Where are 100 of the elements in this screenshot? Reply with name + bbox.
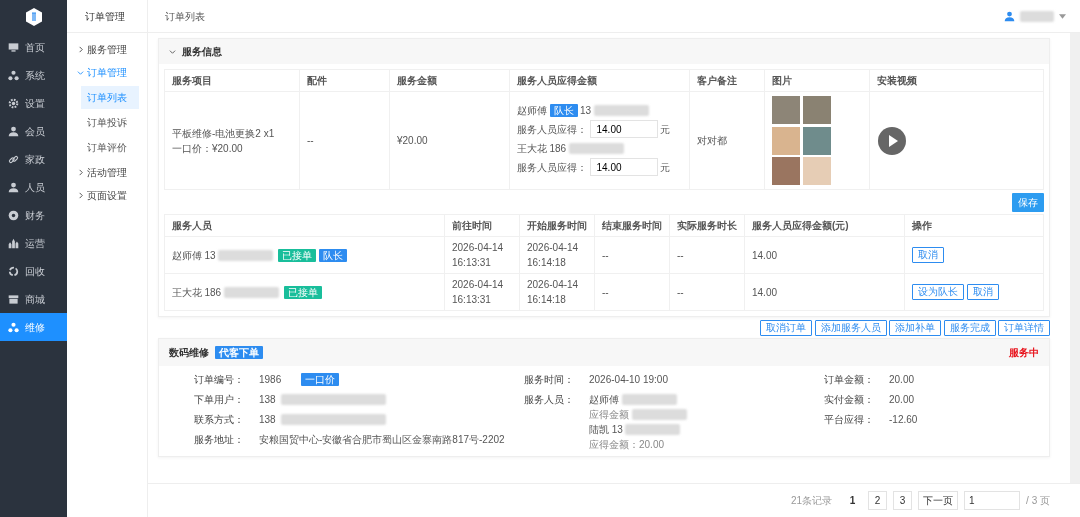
table-cell: -- [307,135,314,146]
column-header: 服务人员应得金额 [509,69,690,92]
phone-number: 13 [204,248,216,263]
menu-group[interactable]: 页面设置 [67,184,147,207]
staff-name: 赵师傅 [517,103,547,118]
field-value: 138 [259,393,276,407]
field-label: 平台应得： [824,413,875,427]
earning-input[interactable]: 14.00 [589,158,658,176]
play-icon [877,125,907,156]
field-value: 安粮国贸中心-安徽省合肥市蜀山区金寨南路817号-2202 [259,433,505,447]
column-header: 客户备注 [689,69,765,92]
sidebar-item[interactable]: 设置 [0,89,67,117]
field-label: 服务人员： [524,393,575,407]
status-badge: 已接单 [278,248,317,262]
link-icon [8,153,19,165]
table-cell: -- [602,286,609,298]
column-header: 服务项目 [164,69,300,92]
order-action-button[interactable]: 取消订单 [760,319,812,336]
photo-placeholder[interactable] [802,96,831,124]
row-action-button[interactable]: 取消 [912,247,944,263]
table-cell: 对对都 [697,135,727,146]
row-action-button[interactable]: 取消 [966,284,999,300]
staff-name: 王大花 [172,285,202,300]
chevron-down-icon [169,48,176,55]
order-action-button[interactable]: 订单详情 [998,319,1050,336]
record-count: 21条记录 [790,494,833,508]
sidebar-item[interactable]: 系统 [0,61,67,89]
nodes-icon [8,69,19,81]
field-value: 应得金额：20.00 [589,438,665,452]
column-header: 服务人员应得金额(元) [744,214,905,237]
field-label: 下单用户： [194,393,245,407]
earning-input[interactable]: 14.00 [589,120,658,138]
caret-icon [1059,13,1066,19]
page-input[interactable]: 1 [964,491,1021,510]
order-action-button[interactable]: 添加补单 [889,319,941,336]
column-header: 服务人员 [164,214,445,237]
sidebar-item[interactable]: 运营 [0,229,67,257]
column-header: 操作 [904,214,1044,237]
field-label: 服务时间： [524,373,575,387]
menu-group[interactable]: 活动管理 [67,161,147,184]
table-cell: 14.00 [752,286,778,298]
column-header: 配件 [299,69,390,92]
logo-icon [23,6,44,27]
field-value: 应得金额 [589,408,629,422]
field-label: 服务人员应得： [517,122,587,137]
table-cell: ¥20.00 [397,135,428,146]
sidebar-item[interactable]: 商城 [0,285,67,313]
nodes-icon [8,321,19,333]
sidebar-item[interactable]: 家政 [0,145,67,173]
menu-item[interactable]: 订单投诉 [81,111,139,134]
recycle-icon [8,265,19,277]
date-time: 2026-04-14 16:13:31 [452,241,505,270]
unit-label: 元 [660,160,670,175]
page-button[interactable]: 2 [868,491,888,510]
column-header: 实际服务时长 [669,214,745,237]
sidebar-item[interactable]: 回收 [0,257,67,285]
coin-icon [8,209,19,221]
date-time: 2026-04-14 16:14:18 [527,278,580,307]
order-action-button[interactable]: 服务完成 [943,319,996,336]
user-icon [1004,10,1015,22]
column-header: 前往时间 [444,214,520,237]
phone-number: 13 [580,103,592,118]
status-badge: 队长 [318,248,347,262]
field-value: -12.60 [889,413,918,427]
phone-number: 186 [204,285,222,300]
field-value: 1986 [259,373,282,387]
submenu-title: 订单管理 [67,0,147,33]
chevron-right-icon [77,169,84,176]
field-value: 20.00 [889,393,915,407]
user-icon [8,181,19,193]
sidebar-item[interactable]: 首页 [0,33,67,61]
table-cell: -- [677,249,684,261]
column-header: 安装视频 [869,69,1044,92]
phone-number: 186 [549,141,567,156]
table-cell: 14.00 [752,249,778,261]
store-icon [8,293,19,305]
sidebar-item[interactable]: 财务 [0,201,67,229]
staff-name: 王大花 [517,141,547,156]
order-action-button[interactable]: 添加服务人员 [814,319,887,336]
chevron-right-icon [77,46,84,53]
order-type-badge: 代客下单 [215,346,263,359]
sidebar-item[interactable]: 会员 [0,117,67,145]
monitor-icon [8,41,19,53]
page-button[interactable]: 3 [893,491,913,510]
section-header[interactable]: 服务信息 [159,39,1049,64]
field-value: 陆凯 13 [589,423,623,437]
photo-placeholder[interactable] [772,126,800,155]
staff-name: 赵师傅 [172,248,202,263]
menu-group[interactable]: 服务管理 [67,38,147,61]
sidebar-item[interactable]: 人员 [0,173,67,201]
menu-item[interactable]: 订单评价 [81,136,139,159]
breadcrumb: 订单列表 [165,9,205,24]
next-page-button[interactable]: 下一页 [918,491,959,510]
service-item: 平板维修-电池更换2 x1 [172,126,276,141]
photo-placeholder[interactable] [802,157,831,185]
row-action-button[interactable]: 设为队长 [912,284,964,300]
field-label: 服务人员应得： [517,160,587,175]
photo-placeholder[interactable] [802,126,831,155]
page-total: / 3 页 [1026,494,1050,508]
chevron-down-icon [77,69,84,76]
